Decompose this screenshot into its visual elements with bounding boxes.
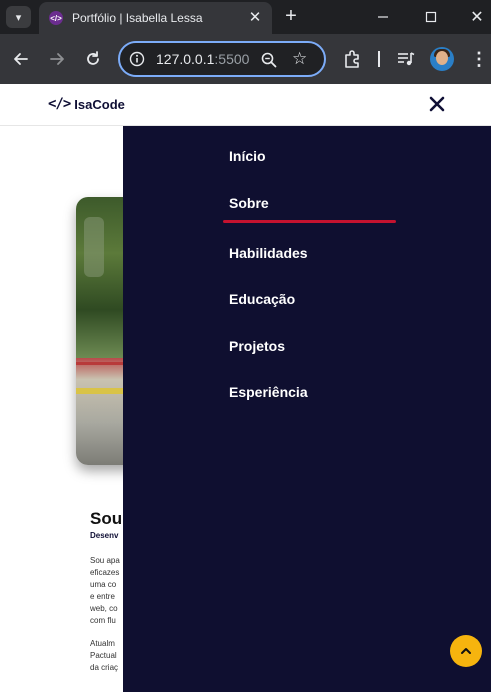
forward-icon[interactable] [45,47,69,71]
about-text-line: web, co [90,604,118,613]
site-info-icon[interactable] [129,51,145,67]
about-text-line: Sou apa [90,556,120,565]
profile-avatar[interactable] [430,47,454,71]
back-icon[interactable] [9,47,33,71]
bookmark-star-icon[interactable]: ☆ [292,50,310,68]
site-header: </> IsaCode [0,84,491,126]
close-window-icon[interactable]: ✕ [466,6,488,28]
about-subtitle: Desenv [90,531,119,540]
tab-search-icon[interactable]: ▾ [6,6,31,28]
new-tab-icon[interactable]: + [280,5,302,27]
nav-item-sobre[interactable]: Sobre [229,195,269,211]
web-page: </> IsaCode Sou Desenv Sou apa eficazes … [0,84,491,692]
about-text-line: e entre [90,592,115,601]
nav-item-inicio[interactable]: Início [229,148,266,164]
zoom-icon[interactable] [260,51,278,69]
active-nav-underline [223,220,396,223]
about-text-line: uma co [90,580,117,589]
about-title: Sou [90,509,123,528]
about-text-line: eficazes [90,568,120,577]
media-control-icon[interactable] [396,49,416,69]
close-menu-icon[interactable] [428,95,446,113]
site-logo[interactable]: </> IsaCode [48,96,125,112]
browser-toolbar: 127.0.0.1:5500 ☆ ⋮ [0,34,491,84]
nav-drawer: Início Sobre Habilidades Educação Projet… [123,126,491,692]
url-text[interactable]: 127.0.0.1:5500 [156,51,249,67]
avatar-face [436,51,448,65]
url-host: 127.0.0.1 [156,51,215,67]
browser-tab-bar: ▾ </> Portfólio | Isabella Lessa ✕ + ✕ [0,0,491,34]
tab-title: Portfólio | Isabella Lessa [72,11,203,25]
browser-tab[interactable]: </> Portfólio | Isabella Lessa ✕ [39,2,272,34]
about-text-line: Atualm [90,639,115,648]
browser-menu-icon[interactable]: ⋮ [470,48,488,70]
favicon-icon: </> [49,11,63,25]
chevron-up-icon [461,648,471,654]
address-bar[interactable]: 127.0.0.1:5500 ☆ [118,41,326,77]
logo-text: IsaCode [74,96,125,112]
about-text-line: com flu [90,616,116,625]
nav-item-educacao[interactable]: Educação [229,291,295,307]
extensions-icon[interactable] [342,49,362,69]
nav-item-esperiencia[interactable]: Esperiência [229,384,308,400]
url-port: :5500 [214,51,250,67]
scroll-to-top-button[interactable] [450,635,482,667]
close-tab-icon[interactable]: ✕ [247,10,263,26]
reload-icon[interactable] [81,47,105,71]
nav-item-projetos[interactable]: Projetos [229,338,285,354]
maximize-icon[interactable] [420,6,442,28]
toolbar-divider [378,51,380,67]
nav-item-habilidades[interactable]: Habilidades [229,245,308,261]
about-text-line: Pactual [90,651,117,660]
code-icon: </> [48,96,71,112]
about-text-line: da criaç [90,663,119,672]
minimize-icon[interactable] [372,6,394,28]
